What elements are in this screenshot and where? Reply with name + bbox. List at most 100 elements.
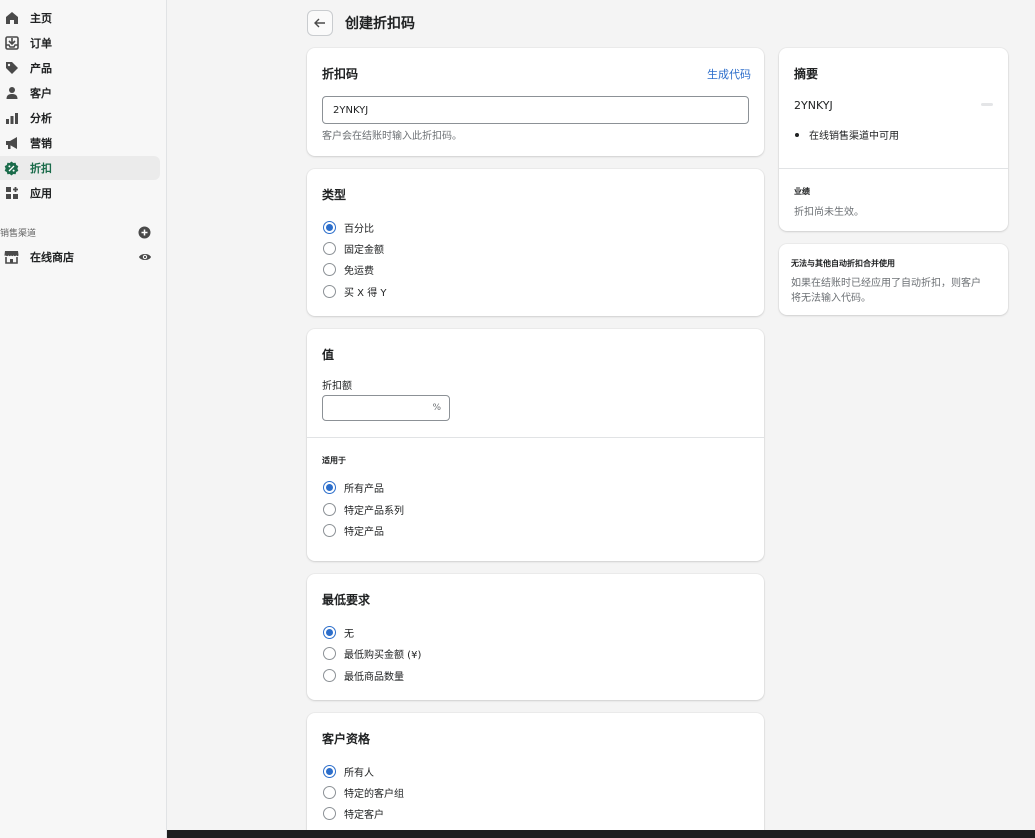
type-option-percentage[interactable]: 百分比 [323,220,374,235]
bottom-bar [167,830,1035,838]
arrow-left-icon [314,18,325,28]
card-title: 客户资格 [322,732,371,746]
radio-label: 特定客户 [344,810,384,821]
performance-label: 业绩 [794,187,810,196]
radio-button[interactable] [323,786,336,799]
minimum-requirements-card: 最低要求 无 最低购买金额 (¥) 最低商品数量 [307,574,764,700]
bar-chart-icon [4,111,19,126]
divider [307,437,764,438]
type-option-free-shipping[interactable]: 免运费 [323,262,374,277]
customer-eligibility-card: 客户资格 所有人 特定的客户组 特定客户 [307,713,764,838]
radio-button[interactable] [323,765,336,778]
divider [779,168,1008,169]
store-icon [4,250,19,265]
sidebar-item-products[interactable]: 产品 [0,56,160,80]
amount-input[interactable] [323,396,428,420]
generate-code-link[interactable]: 生成代码 [707,66,751,82]
radio-label: 最低商品数量 [344,672,404,683]
person-icon [4,86,19,101]
code-help-text: 客户会在结账时输入此折扣码。 [322,131,462,142]
min-option-purchase-amount[interactable]: 最低购买金额 (¥) [323,646,421,661]
amount-field[interactable]: % [322,395,450,421]
performance-text: 折扣尚未生效。 [794,207,864,218]
sidebar-item-orders[interactable]: 订单 [0,31,160,55]
combination-text-line1: 如果在结账时已经应用了自动折扣，则客户 [791,278,981,289]
page-title: 创建折扣码 [345,16,415,32]
applies-option-specific-products[interactable]: 特定产品 [323,523,384,538]
card-title: 最低要求 [322,593,371,607]
radio-button[interactable] [323,242,336,255]
apps-icon [4,186,19,201]
radio-label: 特定的客户组 [344,789,404,800]
type-option-buy-x-get-y[interactable]: 买 X 得 Y [323,284,387,299]
summary-bullet: 在线销售渠道中可用 [795,127,899,142]
discount-value-card: 值 折扣额 % 适用于 所有产品 特定产品系列 特定产品 [307,329,764,561]
card-title: 折扣码 [322,67,359,81]
card-title: 类型 [322,188,347,202]
sidebar-item-label: 主页 [30,12,52,25]
radio-button[interactable] [323,503,336,516]
radio-button[interactable] [323,524,336,537]
min-option-none[interactable]: 无 [323,625,354,640]
discount-type-card: 类型 百分比 固定金额 免运费 买 X 得 Y [307,169,764,316]
radio-button[interactable] [323,285,336,298]
card-title: 值 [322,348,335,362]
radio-label: 所有产品 [344,484,384,495]
sales-channels-label: 销售渠道 [0,229,37,239]
bullet-text: 在线销售渠道中可用 [809,131,899,142]
sidebar-item-home[interactable]: 主页 [0,6,160,30]
summary-code: 2YNKYJ [794,99,833,112]
tag-icon [4,61,19,76]
inbox-icon [4,36,19,51]
radio-button[interactable] [323,669,336,682]
home-icon [4,11,19,26]
radio-button[interactable] [323,481,336,494]
radio-label: 特定产品系列 [344,506,404,517]
percent-suffix: % [432,403,441,413]
combination-title: 无法与其他自动折扣合并使用 [791,259,895,268]
add-channel-icon[interactable] [138,226,151,239]
combination-note-card: 无法与其他自动折扣合并使用 如果在结账时已经应用了自动折扣，则客户 将无法输入代… [779,244,1008,315]
sidebar-item-marketing[interactable]: 营销 [0,131,160,155]
sidebar-item-discounts[interactable]: 折扣 [0,156,160,180]
bullet-dot [795,132,799,137]
radio-button[interactable] [323,807,336,820]
applies-option-all-products[interactable]: 所有产品 [323,480,384,495]
sidebar-item-label: 在线商店 [30,251,74,264]
eligibility-option-everyone[interactable]: 所有人 [323,764,374,779]
summary-card: 摘要 2YNKYJ 在线销售渠道中可用 业绩 折扣尚未生效。 [779,48,1008,231]
radio-label: 百分比 [344,224,374,235]
sidebar-item-label: 折扣 [30,162,52,175]
sidebar-item-label: 产品 [30,62,52,75]
radio-label: 特定产品 [344,527,384,538]
megaphone-icon [4,136,19,151]
eligibility-option-specific-customers[interactable]: 特定客户 [323,806,384,821]
applies-to-label: 适用于 [322,456,346,465]
combination-text-line2: 将无法输入代码。 [791,293,871,304]
back-button[interactable] [307,10,333,36]
sidebar-item-customers[interactable]: 客户 [0,81,160,105]
status-badge [981,103,993,106]
radio-label: 最低购买金额 (¥) [344,650,422,661]
sidebar-item-online-store[interactable]: 在线商店 [0,245,160,269]
amount-label: 折扣额 [322,381,352,392]
radio-button[interactable] [323,221,336,234]
type-option-fixed-amount[interactable]: 固定金额 [323,241,384,256]
applies-option-collections[interactable]: 特定产品系列 [323,502,404,517]
radio-label: 买 X 得 Y [344,288,387,299]
radio-label: 免运费 [344,266,374,277]
radio-button[interactable] [323,263,336,276]
sidebar-item-analytics[interactable]: 分析 [0,106,160,130]
min-option-item-quantity[interactable]: 最低商品数量 [323,668,404,683]
eye-icon[interactable] [138,251,152,263]
radio-button[interactable] [323,647,336,660]
radio-button[interactable] [323,626,336,639]
radio-label: 固定金额 [344,245,384,256]
discount-code-input[interactable] [322,96,749,124]
radio-label: 所有人 [344,768,374,779]
sidebar-item-label: 营销 [30,137,52,150]
sidebar-item-apps[interactable]: 应用 [0,181,160,205]
radio-label: 无 [344,629,354,640]
eligibility-option-segments[interactable]: 特定的客户组 [323,785,404,800]
discount-code-card: 折扣码 生成代码 客户会在结账时输入此折扣码。 [307,48,764,156]
